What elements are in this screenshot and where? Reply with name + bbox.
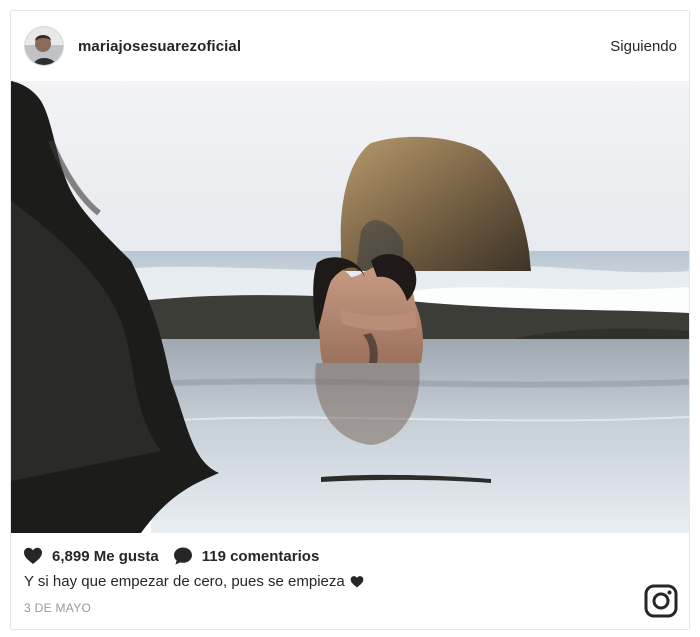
following-button[interactable]: Siguiendo	[610, 38, 677, 55]
post-caption: Y si hay que empezar de cero, pues se em…	[24, 573, 364, 590]
post-header: mariajosesuarezoficial Siguiendo	[11, 11, 689, 81]
post-photo[interactable]	[11, 81, 689, 533]
heart-icon	[23, 546, 43, 566]
instagram-icon[interactable]	[644, 584, 678, 618]
post-date: 3 DE MAYO	[24, 601, 92, 615]
username[interactable]: mariajosesuarezoficial	[78, 38, 241, 55]
black-heart-icon	[350, 575, 364, 588]
post-actions: 6,899 Me gusta 119 comentarios	[23, 545, 319, 567]
like-button[interactable]: 6,899 Me gusta	[23, 546, 159, 566]
comments-button[interactable]: 119 comentarios	[173, 546, 320, 566]
avatar[interactable]	[24, 26, 64, 66]
comments-count: 119 comentarios	[201, 547, 320, 565]
instagram-post-card: mariajosesuarezoficial Siguiendo 6,899 M…	[10, 10, 690, 630]
likes-count: 6,899 Me gusta	[52, 547, 159, 565]
caption-text: Y si hay que empezar de cero, pues se em…	[24, 573, 345, 590]
comment-icon	[173, 546, 193, 566]
